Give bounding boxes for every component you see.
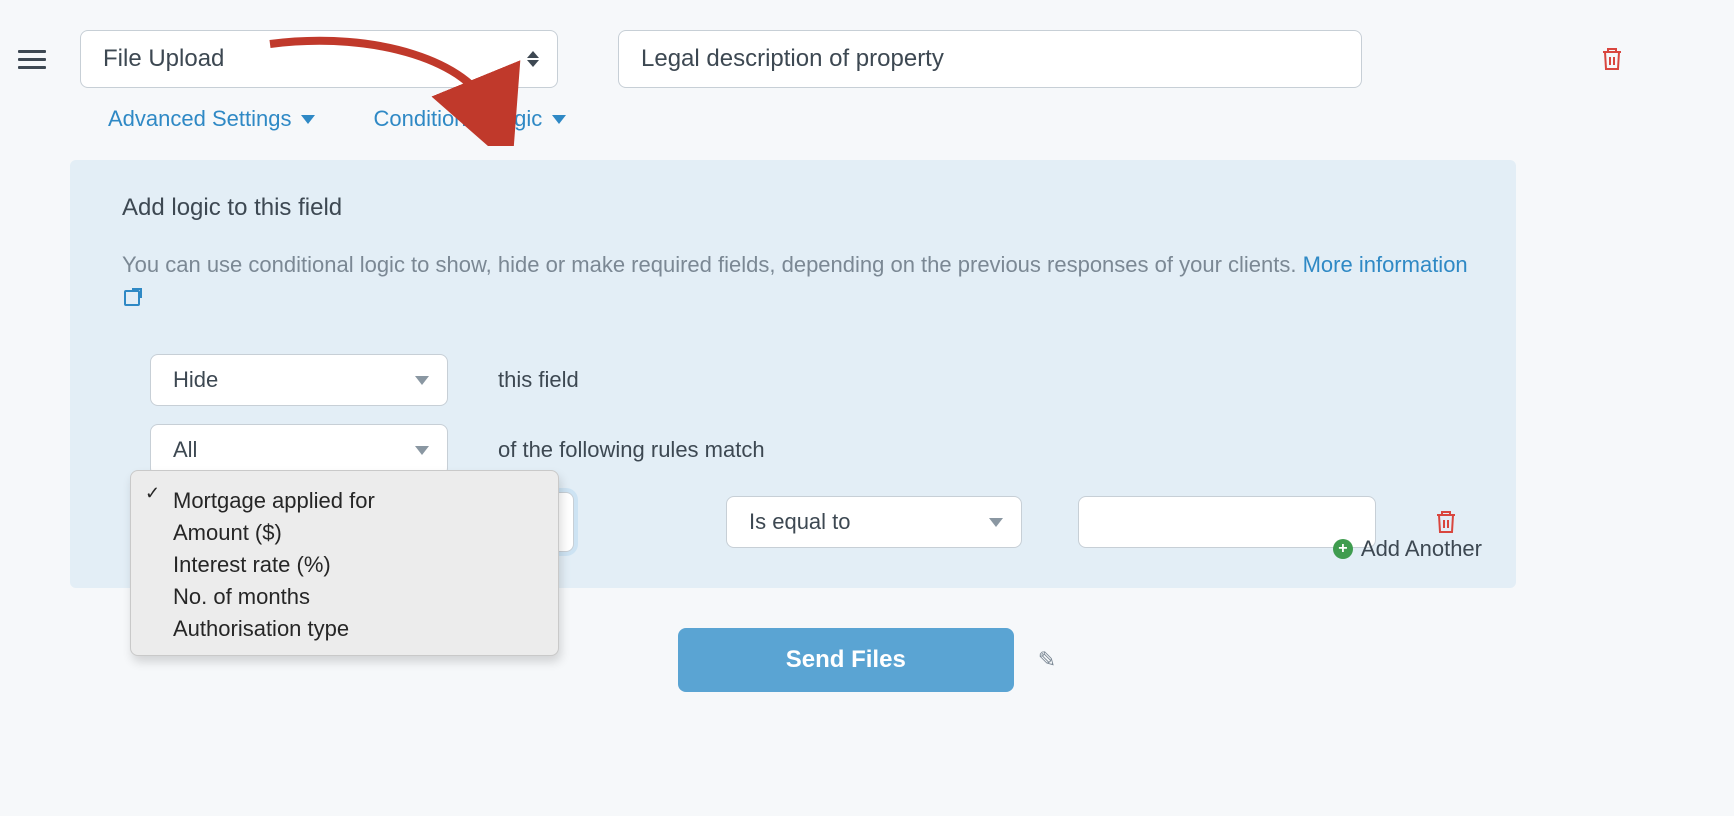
logic-action-value: Hide [173, 367, 218, 393]
dropdown-option[interactable]: Authorisation type [131, 613, 558, 645]
field-label-input[interactable] [618, 30, 1362, 88]
external-link-icon [124, 290, 140, 306]
field-type-value: File Upload [103, 45, 224, 73]
logic-quantifier-select[interactable]: All [150, 424, 448, 476]
logic-action-select[interactable]: Hide [150, 354, 448, 406]
chevron-down-icon [301, 115, 315, 124]
logic-quantifier-value: All [173, 437, 197, 463]
chevron-down-icon [552, 115, 566, 124]
add-another-label: Add Another [1361, 536, 1482, 562]
chevron-down-icon [415, 376, 429, 385]
rule-operator-select[interactable]: Is equal to [726, 496, 1022, 548]
panel-heading: Add logic to this field [122, 194, 1480, 222]
tab-label: Conditional Logic [373, 106, 542, 132]
rule-operator-value: Is equal to [749, 509, 851, 535]
chevron-down-icon [415, 446, 429, 455]
dropdown-option[interactable]: No. of months [131, 581, 558, 613]
edit-submit-label-button[interactable]: ✎ [1038, 647, 1056, 673]
delete-field-button[interactable] [1600, 46, 1624, 72]
tab-label: Advanced Settings [108, 106, 291, 132]
rule-value-input[interactable] [1078, 496, 1376, 548]
logic-action-suffix: this field [498, 367, 579, 393]
chevron-down-icon [989, 518, 1003, 527]
send-files-button[interactable]: Send Files [678, 628, 1014, 692]
sort-caret-icon [527, 51, 539, 67]
advanced-settings-tab[interactable]: Advanced Settings [108, 106, 315, 132]
delete-rule-button[interactable] [1434, 509, 1458, 535]
field-type-select[interactable]: File Upload [80, 30, 558, 88]
conditional-logic-tab[interactable]: Conditional Logic [373, 106, 566, 132]
panel-description: You can use conditional logic to show, h… [122, 248, 1480, 314]
add-another-rule-button[interactable]: + Add Another [1333, 536, 1482, 562]
dropdown-option[interactable]: Mortgage applied for [131, 485, 558, 517]
dropdown-option[interactable]: Interest rate (%) [131, 549, 558, 581]
drag-handle[interactable] [18, 50, 46, 69]
plus-circle-icon: + [1333, 539, 1353, 559]
logic-quantifier-suffix: of the following rules match [498, 437, 765, 463]
dropdown-option[interactable]: Amount ($) [131, 517, 558, 549]
rule-field-dropdown[interactable]: Mortgage applied for Amount ($) Interest… [130, 470, 559, 656]
